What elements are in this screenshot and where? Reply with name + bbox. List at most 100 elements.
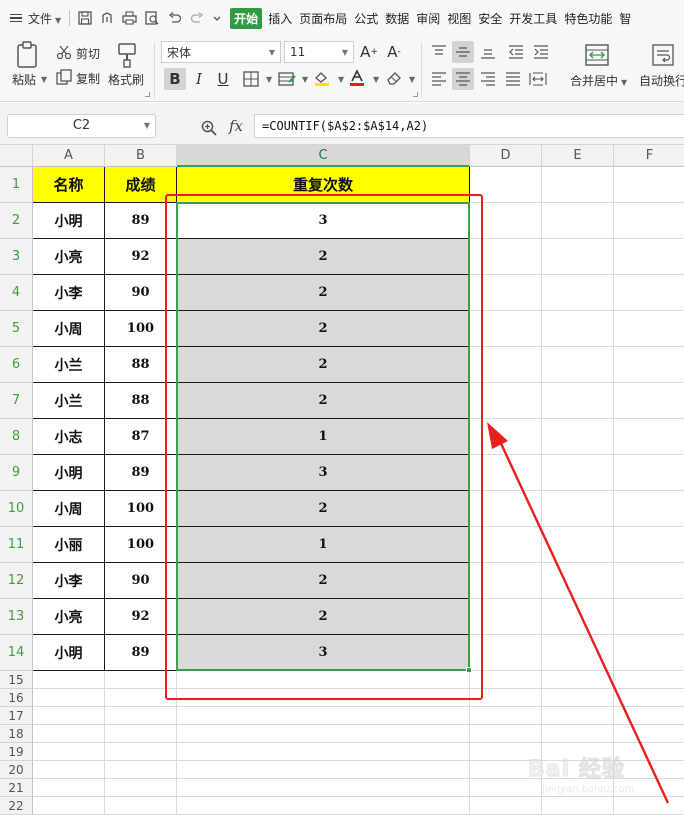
cell-c7[interactable]: 2 xyxy=(177,383,470,419)
print-icon[interactable] xyxy=(122,11,137,25)
cell-e6[interactable] xyxy=(542,347,614,383)
align-bottom-button[interactable] xyxy=(477,41,499,63)
cell-d22[interactable] xyxy=(470,797,542,815)
cell-c5[interactable]: 2 xyxy=(177,311,470,347)
cell-e12[interactable] xyxy=(542,563,614,599)
cell-d7[interactable] xyxy=(470,383,542,419)
cell-a11[interactable]: 小丽 xyxy=(33,527,105,563)
cell-c13[interactable]: 2 xyxy=(177,599,470,635)
cell-d20[interactable] xyxy=(470,761,542,779)
column-header-c[interactable]: C xyxy=(177,145,470,167)
auto-wrap-button[interactable]: 自动换行 xyxy=(639,72,684,89)
font-color-button[interactable] xyxy=(346,67,368,89)
cell-a20[interactable] xyxy=(33,761,105,779)
cell-f20[interactable] xyxy=(614,761,684,779)
print-preview-icon[interactable] xyxy=(145,11,160,25)
cell-f6[interactable] xyxy=(614,347,684,383)
cell-e20[interactable] xyxy=(542,761,614,779)
cell-d8[interactable] xyxy=(470,419,542,455)
cell-f18[interactable] xyxy=(614,725,684,743)
cell-b7[interactable]: 88 xyxy=(105,383,177,419)
tab-home[interactable]: 开始 xyxy=(230,7,263,29)
row-header-16[interactable]: 16 xyxy=(0,689,33,707)
cell-b10[interactable]: 100 xyxy=(105,491,177,527)
row-header-21[interactable]: 21 xyxy=(0,779,33,797)
cell-f14[interactable] xyxy=(614,635,684,671)
cell-b14[interactable]: 89 xyxy=(105,635,177,671)
cell-e18[interactable] xyxy=(542,725,614,743)
cell-f7[interactable] xyxy=(614,383,684,419)
cell-b22[interactable] xyxy=(105,797,177,815)
cell-b3[interactable]: 92 xyxy=(105,239,177,275)
cell-b17[interactable] xyxy=(105,707,177,725)
cell-b9[interactable]: 89 xyxy=(105,455,177,491)
column-header-d[interactable]: D xyxy=(470,145,542,167)
save-icon[interactable] xyxy=(78,11,92,25)
row-header-18[interactable]: 18 xyxy=(0,725,33,743)
cell-c16[interactable] xyxy=(177,689,470,707)
cell-d19[interactable] xyxy=(470,743,542,761)
align-middle-button[interactable] xyxy=(452,41,474,63)
cell-f10[interactable] xyxy=(614,491,684,527)
align-top-button[interactable] xyxy=(428,41,450,63)
cell-c9[interactable]: 3 xyxy=(177,455,470,491)
cell-c2[interactable]: 3 xyxy=(177,203,470,239)
font-name-select[interactable]: 宋体 ▼ xyxy=(161,41,281,63)
cell-f2[interactable] xyxy=(614,203,684,239)
cell-d21[interactable] xyxy=(470,779,542,797)
cell-b13[interactable]: 92 xyxy=(105,599,177,635)
row-header-3[interactable]: 3 xyxy=(0,239,33,275)
cell-d1[interactable] xyxy=(470,167,542,203)
header-cell-a[interactable]: 名称 xyxy=(33,167,105,203)
cell-d2[interactable] xyxy=(470,203,542,239)
cell-b8[interactable]: 87 xyxy=(105,419,177,455)
tab-insert[interactable]: 插入 xyxy=(268,10,292,27)
cell-d12[interactable] xyxy=(470,563,542,599)
cell-f5[interactable] xyxy=(614,311,684,347)
cell-f12[interactable] xyxy=(614,563,684,599)
font-size-select[interactable]: 11 ▼ xyxy=(284,41,354,63)
cell-c21[interactable] xyxy=(177,779,470,797)
merge-center-icon[interactable] xyxy=(585,44,609,66)
name-box[interactable]: C2 ▼ xyxy=(7,114,156,138)
row-header-7[interactable]: 7 xyxy=(0,383,33,419)
cell-a14[interactable]: 小明 xyxy=(33,635,105,671)
scissors-icon[interactable] xyxy=(56,44,72,60)
cell-b6[interactable]: 88 xyxy=(105,347,177,383)
borders-button[interactable] xyxy=(240,68,262,90)
row-header-2[interactable]: 2 xyxy=(0,203,33,239)
tab-developer[interactable]: 开发工具 xyxy=(509,10,557,27)
align-left-button[interactable] xyxy=(428,68,450,90)
cell-c22[interactable] xyxy=(177,797,470,815)
font-shrink-button[interactable]: A- xyxy=(383,41,405,63)
cell-e17[interactable] xyxy=(542,707,614,725)
cell-a15[interactable] xyxy=(33,671,105,689)
cell-e7[interactable] xyxy=(542,383,614,419)
format-painter-icon[interactable] xyxy=(116,42,140,68)
cell-f11[interactable] xyxy=(614,527,684,563)
tab-formulas[interactable]: 公式 xyxy=(354,10,378,27)
insert-function-button[interactable]: fx xyxy=(229,117,243,135)
cell-f16[interactable] xyxy=(614,689,684,707)
cell-f15[interactable] xyxy=(614,671,684,689)
distributed-button[interactable] xyxy=(527,68,549,90)
cell-b20[interactable] xyxy=(105,761,177,779)
cell-e15[interactable] xyxy=(542,671,614,689)
cell-a17[interactable] xyxy=(33,707,105,725)
clipboard-launcher-icon[interactable] xyxy=(145,92,150,97)
column-header-a[interactable]: A xyxy=(33,145,105,167)
font-grow-button[interactable]: A + xyxy=(358,41,380,63)
row-header-22[interactable]: 22 xyxy=(0,797,33,815)
cell-e13[interactable] xyxy=(542,599,614,635)
cell-d16[interactable] xyxy=(470,689,542,707)
cell-e22[interactable] xyxy=(542,797,614,815)
justify-button[interactable] xyxy=(502,68,524,90)
cell-b16[interactable] xyxy=(105,689,177,707)
cell-b11[interactable]: 100 xyxy=(105,527,177,563)
undo-icon[interactable] xyxy=(168,11,182,25)
row-header-9[interactable]: 9 xyxy=(0,455,33,491)
tab-data[interactable]: 数据 xyxy=(385,10,409,27)
increase-indent-button[interactable] xyxy=(530,41,552,63)
cell-a16[interactable] xyxy=(33,689,105,707)
cell-b2[interactable]: 89 xyxy=(105,203,177,239)
